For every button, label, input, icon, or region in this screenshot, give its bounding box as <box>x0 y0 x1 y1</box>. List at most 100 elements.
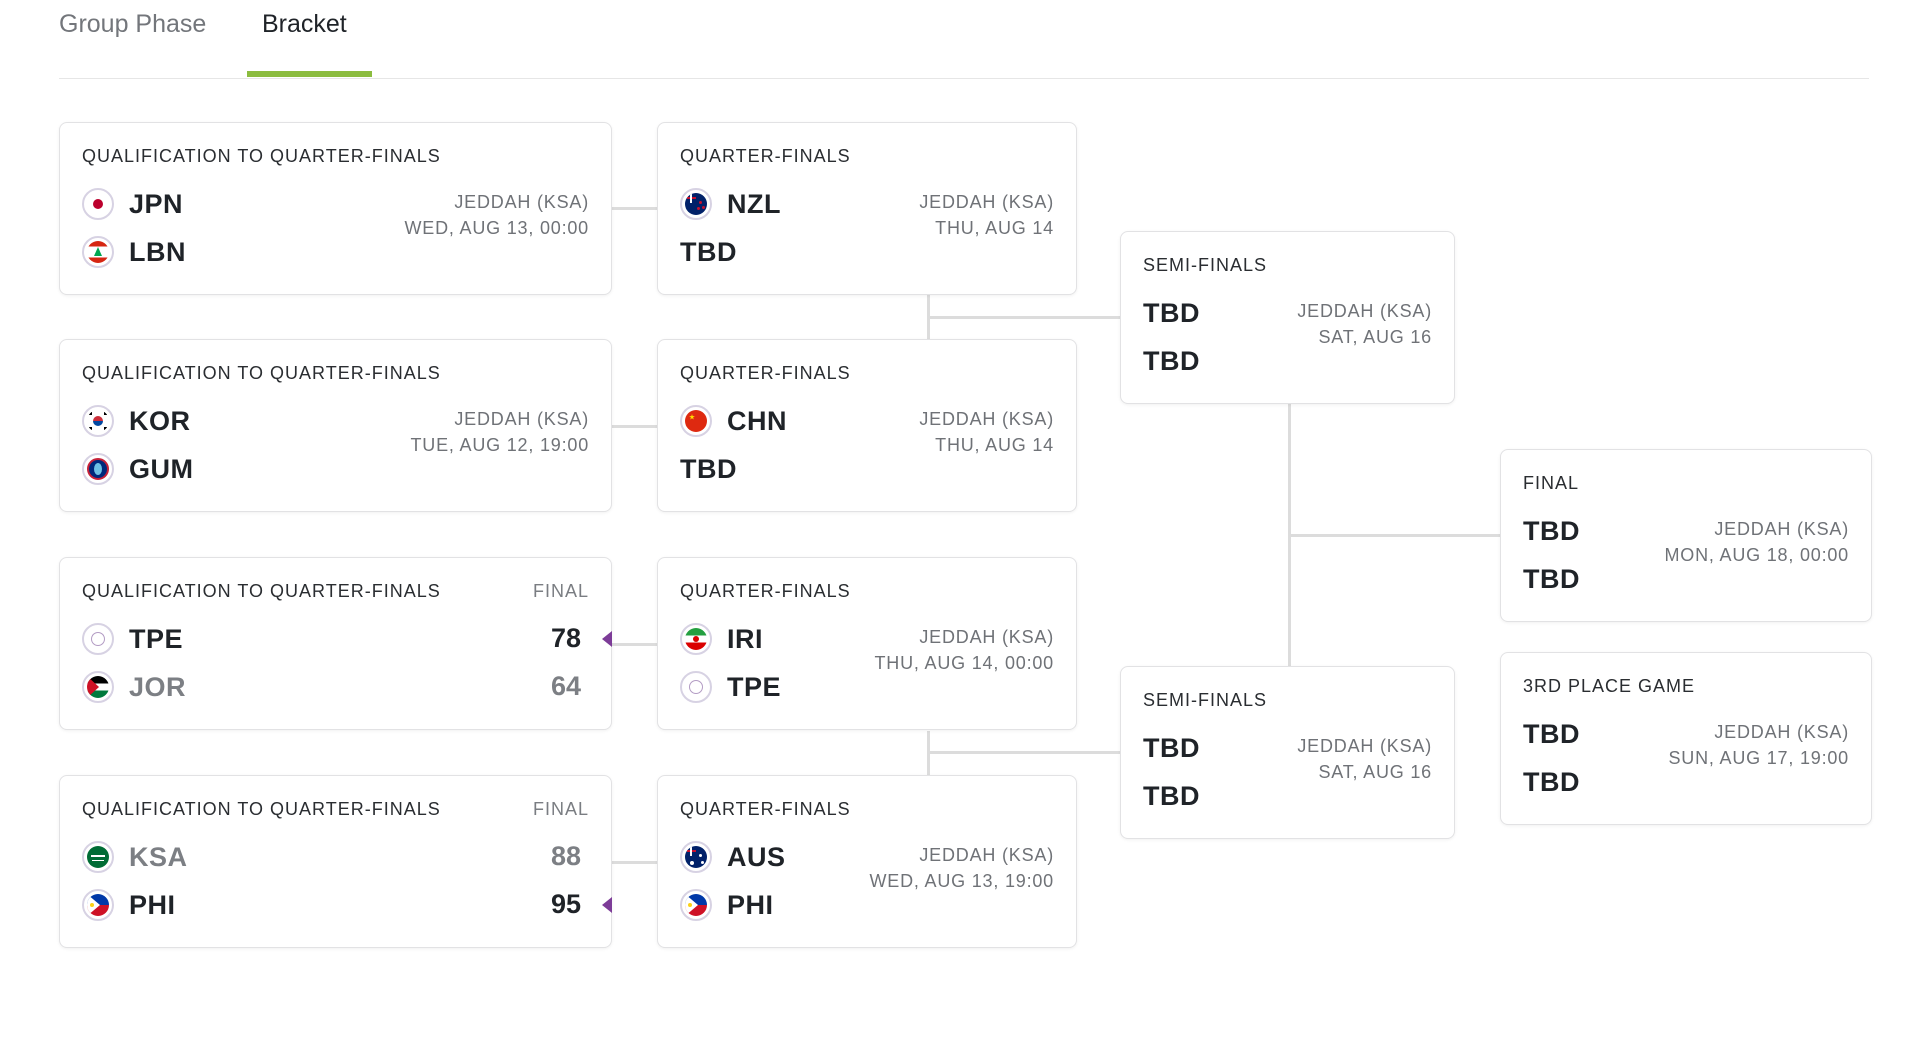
team-code: TPE <box>129 623 184 654</box>
venue: JEDDAH (KSA) <box>919 192 1054 212</box>
match-status: FINAL <box>532 581 589 601</box>
round-title: QUARTER-FINALS <box>680 799 851 819</box>
date: SAT, AUG 16 <box>1318 327 1432 347</box>
winner-marker-icon <box>602 897 612 913</box>
team-code-tbd: TBD <box>1523 766 1580 797</box>
active-tab-indicator <box>247 71 372 77</box>
team-score: 95 <box>550 889 581 919</box>
team-code-tbd: TBD <box>1523 563 1580 594</box>
team-row: TBD <box>680 451 737 487</box>
lebanon-flag-icon <box>82 236 114 268</box>
venue: JEDDAH (KSA) <box>919 845 1054 865</box>
match-card-qualification[interactable]: QUALIFICATION TO QUARTER-FINALS JPN LBN … <box>59 122 612 295</box>
team-code: TPE <box>727 671 782 702</box>
team-code-tbd: TBD <box>1523 718 1580 749</box>
japan-flag-icon <box>82 188 114 220</box>
match-card-qualification[interactable]: QUALIFICATION TO QUARTER-FINALS KOR GUM … <box>59 339 612 512</box>
team-code: AUS <box>727 841 786 872</box>
match-info: JEDDAH (KSA) TUE, AUG 12, 19:00 <box>411 406 589 458</box>
team-row: TBD <box>680 234 737 270</box>
chinese-taipei-flag-icon <box>82 623 114 655</box>
team-row: TBD <box>1523 716 1580 752</box>
team-code: JPN <box>129 188 184 219</box>
match-info: JEDDAH (KSA) WED, AUG 13, 19:00 <box>870 842 1054 894</box>
round-title: QUALIFICATION TO QUARTER-FINALS <box>82 799 441 819</box>
team-row: TPE <box>680 669 781 705</box>
date: THU, AUG 14 <box>935 435 1054 455</box>
round-title: QUARTER-FINALS <box>680 581 851 601</box>
tab-bracket[interactable]: Bracket <box>262 10 347 39</box>
team-code-tbd: TBD <box>1523 515 1580 546</box>
date: WED, AUG 13, 19:00 <box>869 871 1054 891</box>
team-row: PHI <box>680 887 774 923</box>
team-row: KSA <box>82 839 188 875</box>
venue: JEDDAH (KSA) <box>919 627 1054 647</box>
team-row: TBD <box>1143 295 1200 331</box>
team-code: JOR <box>129 671 187 702</box>
new-zealand-flag-icon <box>680 188 712 220</box>
date: SUN, AUG 17, 19:00 <box>1668 748 1849 768</box>
round-title: FINAL <box>1523 473 1580 493</box>
team-code-tbd: TBD <box>1143 297 1200 328</box>
venue: JEDDAH (KSA) <box>919 409 1054 429</box>
match-card-qualification[interactable]: QUALIFICATION TO QUARTER-FINALS FINAL TP… <box>59 557 612 730</box>
winner-marker-icon <box>602 631 612 647</box>
match-status: FINAL <box>532 799 589 819</box>
team-row: TBD <box>1523 561 1580 597</box>
guam-flag-icon <box>82 453 114 485</box>
connector-line <box>612 861 657 864</box>
connector-line <box>927 316 1120 319</box>
match-info: JEDDAH (KSA) THU, AUG 14 <box>919 189 1054 241</box>
team-code: LBN <box>129 236 186 267</box>
match-info: JEDDAH (KSA) THU, AUG 14 <box>919 406 1054 458</box>
iran-flag-icon <box>680 623 712 655</box>
round-title: 3RD PLACE GAME <box>1523 676 1696 696</box>
match-card-semifinal[interactable]: SEMI-FINALS TBD TBD JEDDAH (KSA) SAT, AU… <box>1120 231 1455 404</box>
venue: JEDDAH (KSA) <box>1714 722 1849 742</box>
philippines-flag-icon <box>680 889 712 921</box>
team-code: GUM <box>129 453 194 484</box>
round-title: QUALIFICATION TO QUARTER-FINALS <box>82 146 441 166</box>
round-title: QUARTER-FINALS <box>680 363 851 383</box>
venue: JEDDAH (KSA) <box>454 192 589 212</box>
match-info: JEDDAH (KSA) MON, AUG 18, 00:00 <box>1665 516 1849 568</box>
team-code: CHN <box>727 405 787 436</box>
match-info: JEDDAH (KSA) THU, AUG 14, 00:00 <box>875 624 1054 676</box>
team-code: IRI <box>727 623 764 654</box>
round-title: QUALIFICATION TO QUARTER-FINALS <box>82 581 441 601</box>
team-row: TBD <box>1143 343 1200 379</box>
date: TUE, AUG 12, 19:00 <box>410 435 589 455</box>
date: WED, AUG 13, 00:00 <box>404 218 589 238</box>
date: THU, AUG 14 <box>935 218 1054 238</box>
chinese-taipei-flag-icon <box>680 671 712 703</box>
match-card-quarterfinal[interactable]: QUARTER-FINALS CHN TBD JEDDAH (KSA) THU,… <box>657 339 1077 512</box>
match-card-quarterfinal[interactable]: QUARTER-FINALS AUS PHI JEDDAH (KSA) WED,… <box>657 775 1077 948</box>
team-row: LBN <box>82 234 186 270</box>
match-card-final[interactable]: FINAL TBD TBD JEDDAH (KSA) MON, AUG 18, … <box>1500 449 1872 622</box>
date: SAT, AUG 16 <box>1318 762 1432 782</box>
team-row: PHI <box>82 887 176 923</box>
team-code: PHI <box>727 889 774 920</box>
match-card-quarterfinal[interactable]: QUARTER-FINALS IRI TPE JEDDAH (KSA) THU,… <box>657 557 1077 730</box>
team-score: 78 <box>550 623 581 653</box>
australia-flag-icon <box>680 841 712 873</box>
team-row: IRI <box>680 621 763 657</box>
connector-line <box>612 425 657 428</box>
team-row: TBD <box>1143 730 1200 766</box>
team-code-tbd: TBD <box>1143 732 1200 763</box>
match-card-quarterfinal[interactable]: QUARTER-FINALS NZL TBD JEDDAH (KSA) THU,… <box>657 122 1077 295</box>
date: MON, AUG 18, 00:00 <box>1664 545 1849 565</box>
tab-group-phase[interactable]: Group Phase <box>59 10 206 39</box>
match-card-qualification[interactable]: QUALIFICATION TO QUARTER-FINALS FINAL KS… <box>59 775 612 948</box>
match-card-third-place[interactable]: 3RD PLACE GAME TBD TBD JEDDAH (KSA) SUN,… <box>1500 652 1872 825</box>
venue: JEDDAH (KSA) <box>1297 736 1432 756</box>
team-row: GUM <box>82 451 194 487</box>
match-card-semifinal[interactable]: SEMI-FINALS TBD TBD JEDDAH (KSA) SAT, AU… <box>1120 666 1455 839</box>
team-row: TBD <box>1523 764 1580 800</box>
date: THU, AUG 14, 00:00 <box>874 653 1054 673</box>
team-row: TPE <box>82 621 183 657</box>
connector-line <box>612 643 657 646</box>
round-title: SEMI-FINALS <box>1143 255 1268 275</box>
venue: JEDDAH (KSA) <box>454 409 589 429</box>
team-row: TBD <box>1143 778 1200 814</box>
